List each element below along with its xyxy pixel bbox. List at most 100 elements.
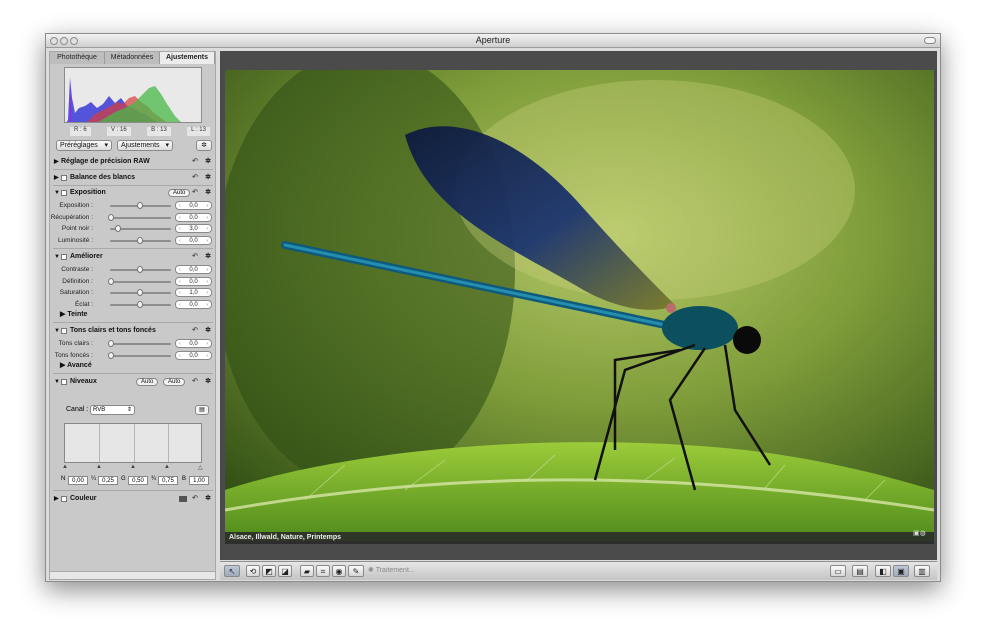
slider-value-field[interactable]: ‹ 0,0 › [175, 276, 212, 286]
slider-value-field[interactable]: ‹ 1,0 › [175, 288, 212, 297]
slider-value-field[interactable]: ‹ 0,0 › [175, 265, 212, 274]
full-screen-button[interactable]: ▥ [914, 565, 930, 577]
slider-knob[interactable] [114, 225, 121, 232]
increment-arrow-icon[interactable]: › [206, 340, 208, 348]
gray-handle[interactable]: ▲ [130, 464, 136, 470]
reset-icon[interactable]: ↶ [192, 251, 198, 263]
slider-value-field[interactable]: ‹ 0,0 › [175, 235, 212, 245]
slider-knob[interactable] [108, 213, 114, 221]
increment-arrow-icon[interactable]: › [206, 214, 208, 222]
gear-icon[interactable]: ✲ [205, 493, 211, 505]
slider-value-field[interactable]: ‹ 0,0 › [175, 299, 212, 309]
disclosure-triangle-icon[interactable]: ▶ [54, 156, 59, 168]
levels-n-field[interactable]: 0,00 [68, 476, 88, 485]
increment-arrow-icon[interactable]: › [206, 289, 208, 297]
filmstrip-view-button[interactable]: ▤ [852, 565, 868, 577]
quarter-tones-button[interactable]: ▤ [195, 405, 209, 415]
slider-knob[interactable] [108, 351, 114, 359]
section-checkbox[interactable] [61, 379, 67, 385]
channel-dropdown[interactable]: RVB ⇕ [90, 405, 135, 415]
section-levels[interactable]: ▼ Niveaux Auto Auto ↶ ✲ [50, 376, 215, 388]
levels-q1-field[interactable]: 0,25 [98, 476, 118, 485]
reset-icon[interactable]: ↶ [192, 325, 198, 337]
brush-button[interactable]: ✎ [348, 565, 364, 577]
gear-icon[interactable]: ✲ [205, 187, 211, 199]
increment-arrow-icon[interactable]: › [206, 202, 208, 210]
slider-value-field[interactable]: ‹ 0,0 › [175, 350, 212, 360]
section-exposure[interactable]: ▼ Exposition Auto ↶ ✲ [50, 187, 215, 199]
action-gear-button[interactable]: ✲ [196, 140, 212, 151]
slider-knob[interactable] [137, 289, 143, 296]
dragonfly-photo[interactable] [225, 70, 934, 541]
reset-icon[interactable]: ↶ [192, 493, 198, 505]
disclosure-triangle-icon[interactable]: ▼ [54, 376, 60, 388]
stamp-button[interactable]: ◪ [278, 565, 292, 577]
viewer-only-button[interactable]: ▣ [893, 565, 909, 577]
section-checkbox[interactable] [61, 328, 67, 334]
section-white-balance[interactable]: ▶ Balance des blancs ↶ ✲ [50, 172, 215, 184]
tint-disclosure[interactable]: ▶ Teinte [60, 310, 87, 318]
reset-icon[interactable]: ↶ [192, 156, 198, 168]
split-view-button[interactable]: ◧ [875, 565, 891, 577]
decrement-arrow-icon[interactable]: ‹ [179, 237, 181, 245]
increment-arrow-icon[interactable]: › [206, 266, 208, 274]
tab-adjustments[interactable]: Ajustements [160, 52, 215, 64]
white-point-handle[interactable]: △ [198, 464, 203, 471]
color-swatch-icon[interactable] [179, 496, 187, 502]
disclosure-triangle-icon[interactable]: ▶ [54, 172, 59, 184]
decrement-arrow-icon[interactable]: ‹ [179, 278, 181, 286]
slider-value-field[interactable]: ‹ 0,0 › [175, 201, 212, 210]
auto-exposure-button[interactable]: Auto [168, 189, 191, 197]
section-checkbox[interactable] [61, 190, 67, 196]
disclosure-triangle-icon[interactable]: ▼ [54, 187, 60, 199]
section-enhance[interactable]: ▼ Améliorer ↶ ✲ [50, 251, 215, 263]
slider-value-field[interactable]: ‹ 0,0 › [175, 212, 212, 222]
disclosure-triangle-icon[interactable]: ▶ [54, 493, 59, 505]
increment-arrow-icon[interactable]: › [206, 278, 208, 286]
disclosure-triangle-icon[interactable]: ▼ [54, 325, 60, 337]
decrement-arrow-icon[interactable]: ‹ [179, 352, 181, 360]
gear-icon[interactable]: ✲ [205, 251, 211, 263]
slider-track[interactable] [110, 354, 171, 357]
toolbar-toggle-button[interactable] [924, 37, 936, 44]
advanced-disclosure[interactable]: ▶ Avancé [60, 361, 92, 369]
section-checkbox[interactable] [61, 175, 67, 181]
gear-icon[interactable]: ✲ [205, 325, 211, 337]
decrement-arrow-icon[interactable]: ‹ [179, 340, 181, 348]
slider-track[interactable] [110, 280, 171, 283]
decrement-arrow-icon[interactable]: ‹ [179, 301, 181, 309]
gear-icon[interactable]: ✲ [205, 156, 211, 168]
increment-arrow-icon[interactable]: › [206, 301, 208, 309]
rotate-left-button[interactable]: ⟲ [246, 565, 260, 577]
section-highlights-shadows[interactable]: ▼ Tons clairs et tons foncés ↶ ✲ [50, 325, 215, 337]
black-point-handle[interactable]: ▲ [62, 464, 68, 470]
tab-metadata[interactable]: Métadonnées [105, 52, 160, 64]
section-checkbox[interactable] [61, 254, 67, 260]
slider-knob[interactable] [137, 202, 143, 209]
disclosure-triangle-icon[interactable]: ▼ [54, 251, 60, 263]
inspector-scrollbar[interactable] [50, 571, 215, 579]
three-quarter-handle[interactable]: ▲ [164, 464, 170, 470]
section-color[interactable]: ▶ Couleur ↶ ✲ [50, 493, 215, 505]
levels-g-field[interactable]: 0,50 [128, 476, 148, 485]
decrement-arrow-icon[interactable]: ‹ [179, 289, 181, 297]
slider-knob[interactable] [137, 236, 143, 244]
red-eye-button[interactable]: ◉ [332, 565, 346, 577]
gear-icon[interactable]: ✲ [205, 172, 211, 184]
auto-levels-luminance-button[interactable]: Auto [136, 378, 159, 386]
image-viewer[interactable]: Alsace, Illwald, Nature, Printemps ▣◍ [220, 51, 937, 560]
straighten-button[interactable]: ▰ [300, 565, 314, 577]
reset-icon[interactable]: ↶ [192, 187, 198, 199]
adjustments-dropdown[interactable]: Ajustements ▾ [117, 140, 173, 151]
levels-q3-field[interactable]: 0,75 [158, 476, 178, 485]
crop-button[interactable]: ⌗ [316, 565, 330, 577]
increment-arrow-icon[interactable]: › [206, 237, 208, 245]
increment-arrow-icon[interactable]: › [206, 225, 208, 233]
slider-track[interactable] [110, 216, 171, 219]
slider-knob[interactable] [137, 300, 143, 308]
slider-value-field[interactable]: ‹ 3,0 › [175, 224, 212, 233]
auto-levels-rgb-button[interactable]: Auto [163, 378, 186, 386]
tab-library[interactable]: Photothèque [50, 52, 105, 64]
slider-value-field[interactable]: ‹ 0,0 › [175, 339, 212, 348]
browser-view-button[interactable]: ▭ [830, 565, 846, 577]
